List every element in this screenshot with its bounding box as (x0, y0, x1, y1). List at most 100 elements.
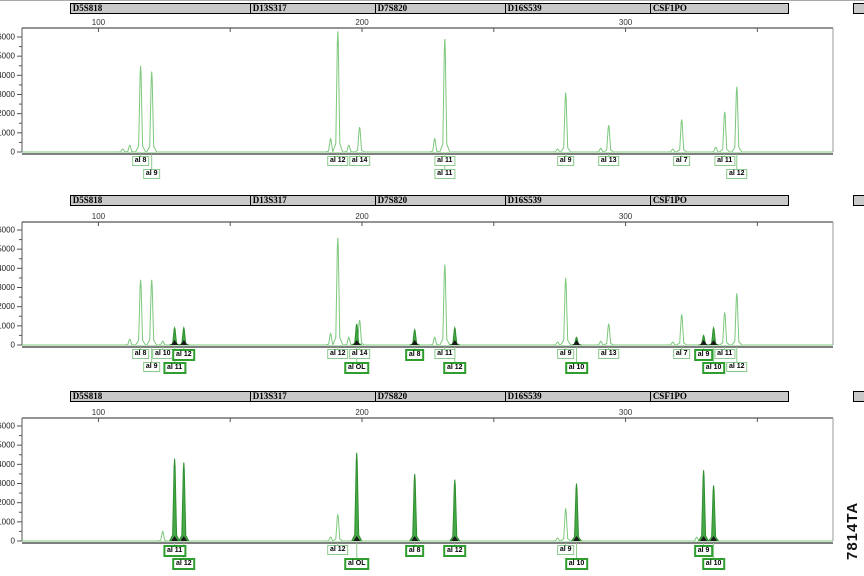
marker-header-d5s818: D5S818 (70, 391, 252, 402)
trace-peak (125, 339, 135, 345)
allele-label[interactable]: al 9 (557, 156, 575, 166)
allele-label[interactable]: al 12 (327, 545, 349, 555)
trace-peak (147, 280, 157, 345)
peak-base-mark (411, 340, 418, 345)
allele-label[interactable]: al 9 (694, 349, 714, 361)
trace-peak (430, 337, 440, 345)
trace-peak (125, 145, 135, 152)
allele-label[interactable]: al 9 (694, 545, 714, 557)
allele-label[interactable]: al 11 (163, 545, 186, 557)
trace-peak (604, 324, 614, 345)
sample-peak (170, 459, 180, 541)
allele-label[interactable]: al 11 (163, 362, 186, 374)
trace-peak (355, 127, 365, 152)
trace-peak (720, 112, 730, 152)
y-tick-label: 1000 (0, 128, 16, 137)
allele-label[interactable]: al 12 (327, 156, 349, 166)
marker-header-d7s820: D7S820 (375, 3, 507, 14)
marker-header-d13s317: D13S317 (250, 195, 377, 206)
allele-label[interactable]: al 10 (565, 362, 589, 374)
sample-peak (572, 484, 582, 542)
x-tick-label: 300 (619, 408, 633, 417)
allele-label[interactable]: al 11 (434, 349, 455, 359)
trace-peak (430, 139, 440, 152)
allele-label[interactable]: al 13 (598, 156, 620, 166)
marker-header-d13s317: D13S317 (250, 391, 377, 402)
x-tick-label: 300 (619, 212, 633, 221)
allele-label[interactable]: al 8 (132, 349, 150, 359)
allele-label[interactable]: al 9 (143, 169, 161, 179)
genotyper-window: 1002003000100020003000400050006000100200… (0, 0, 864, 576)
trace-peak (668, 149, 678, 152)
allele-label[interactable]: al 11 (434, 156, 455, 166)
allele-label[interactable]: al 11 (714, 349, 735, 359)
marker-header-d16s539: D16S539 (505, 195, 652, 206)
trace-peak (720, 312, 730, 345)
y-tick-label: 5000 (0, 52, 16, 61)
trace-peak (677, 119, 687, 152)
peak-base-mark (700, 340, 707, 345)
sample-peak (179, 462, 189, 541)
allele-label[interactable]: al 10 (565, 558, 589, 570)
sample-peak (450, 480, 460, 541)
y-tick-label: 0 (11, 148, 16, 157)
allele-label[interactable]: al 12 (443, 362, 467, 374)
sample-peak (699, 470, 709, 541)
trace-peak (732, 87, 742, 152)
allele-label[interactable]: al 10 (702, 362, 726, 374)
allele-label[interactable]: al 14 (349, 156, 371, 166)
x-tick-label: 300 (619, 18, 633, 27)
trace-peak (561, 508, 571, 541)
marker-header-csf1po: CSF1PO (650, 391, 789, 402)
trace-peak (711, 147, 721, 152)
allele-label[interactable]: al 12 (443, 545, 467, 557)
peak-base-mark (573, 340, 580, 345)
allele-label[interactable]: al 9 (557, 349, 575, 359)
trace-peak (677, 314, 687, 345)
marker-header-csf1po: CSF1PO (650, 3, 789, 14)
allele-label[interactable]: al 12 (172, 349, 196, 361)
y-tick-label: 2000 (0, 302, 16, 311)
allele-label[interactable]: al 8 (405, 545, 425, 557)
allele-label[interactable]: al 9 (143, 362, 161, 372)
trace-peak (440, 265, 450, 346)
y-tick-label: 1000 (0, 517, 16, 526)
marker-header-d13s317: D13S317 (250, 3, 377, 14)
trace-peak (158, 531, 168, 541)
allele-label[interactable]: al 13 (598, 349, 620, 359)
sample-peak (709, 485, 719, 541)
allele-label[interactable]: al 10 (152, 349, 174, 359)
allele-label[interactable]: al 8 (132, 156, 150, 166)
allele-label[interactable]: al 12 (726, 362, 748, 372)
allele-label[interactable]: al 14 (349, 349, 371, 359)
allele-label[interactable]: al 7 (673, 156, 691, 166)
allele-label[interactable]: al 12 (726, 169, 748, 179)
allele-label[interactable]: al 10 (702, 558, 726, 570)
trace-peak (561, 278, 571, 345)
allele-label[interactable]: al 11 (714, 156, 735, 166)
y-tick-label: 0 (11, 537, 16, 546)
allele-label[interactable]: al OL (344, 558, 370, 570)
allele-label[interactable]: al 12 (172, 558, 196, 570)
y-tick-label: 6000 (0, 33, 16, 42)
allele-label[interactable]: al 9 (557, 545, 575, 555)
y-tick-label: 0 (11, 341, 16, 350)
trace-peak (147, 72, 157, 153)
y-tick-label: 4000 (0, 71, 16, 80)
y-tick-label: 4000 (0, 264, 16, 273)
peak-base-mark (451, 340, 458, 345)
trace-peak (136, 66, 146, 152)
allele-label[interactable]: al 11 (434, 169, 455, 179)
allele-label[interactable]: al 7 (673, 349, 691, 359)
y-tick-label: 5000 (0, 245, 16, 254)
allele-label[interactable]: al OL (344, 362, 370, 374)
allele-label[interactable]: al 8 (405, 349, 425, 361)
y-tick-label: 3000 (0, 90, 16, 99)
trace-peak (561, 93, 571, 152)
peak-base-mark (180, 340, 187, 345)
trace-peak (333, 514, 343, 541)
x-tick-label: 200 (355, 18, 369, 27)
x-tick-label: 200 (355, 212, 369, 221)
x-tick-label: 200 (355, 408, 369, 417)
allele-label[interactable]: al 12 (327, 349, 349, 359)
